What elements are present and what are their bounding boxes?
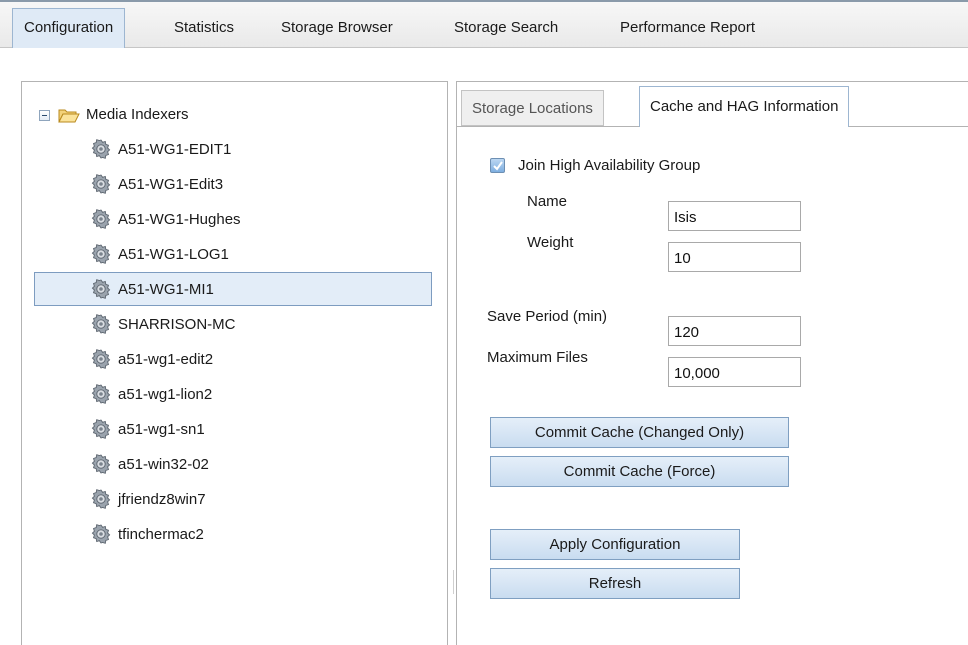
gear-icon [91,349,111,369]
save-period-label: Save Period (min) [487,308,608,325]
tree-item-a51-win32-02[interactable]: a51-win32-02 [34,447,432,481]
tree-item-label: a51-wg1-sn1 [118,420,205,438]
tree-item-label: A51-WG1-Hughes [118,210,241,228]
gear-icon [91,489,111,509]
tree-item-label: a51-win32-02 [118,455,209,473]
tab-storage-search[interactable]: Storage Search [443,8,569,48]
tree-item-label: A51-WG1-Edit3 [118,175,224,193]
tree-root-label: Media Indexers [86,106,189,123]
gear-icon [91,209,111,229]
tree-item-label: A51-WG1-LOG1 [118,245,229,263]
tree-item-label: A51-WG1-EDIT1 [118,140,232,158]
tab-configuration[interactable]: Configuration [12,8,126,48]
tree-item-a51-wg1-sn1[interactable]: a51-wg1-sn1 [34,412,432,446]
tab-performance-report[interactable]: Performance Report [609,8,766,48]
tree-item-label: SHARRISON-MC [118,315,236,333]
top-tab-bar: Configuration Statistics Storage Browser… [0,0,968,48]
tree-item-tfinchermac2[interactable]: tfinchermac2 [34,517,432,551]
media-indexer-tree: Media Indexers A51-WG1-EDIT1 A51-WG1-Edi… [21,81,448,645]
folder-open-icon [58,109,80,123]
tree-item-label: a51-wg1-edit2 [118,350,214,368]
tree-item-label: tfinchermac2 [118,525,204,543]
weight-label: Weight [527,234,574,251]
tree-item-a51-wg1-edit1[interactable]: A51-WG1-EDIT1 [34,132,432,166]
name-label: Name [527,193,568,210]
join-hag-checkbox[interactable] [490,158,505,173]
tree-item-jfriendz8win7[interactable]: jfriendz8win7 [34,482,432,516]
tree-item-a51-wg1-hughes[interactable]: A51-WG1-Hughes [34,202,432,236]
tree-item-a51-wg1-edit2[interactable]: a51-wg1-edit2 [34,342,432,376]
details-panel: Storage Locations Cache and HAG Informat… [456,81,968,645]
gear-icon [91,314,111,334]
gear-icon [91,279,111,299]
gear-icon [91,419,111,439]
gear-icon [91,244,111,264]
maximum-files-label: Maximum Files [487,349,588,366]
gear-icon [91,524,111,544]
tree-item-label: jfriendz8win7 [118,490,206,508]
tree-item-a51-wg1-edit3[interactable]: A51-WG1-Edit3 [34,167,432,201]
tab-storage-locations[interactable]: Storage Locations [461,90,604,126]
gear-icon [91,384,111,404]
tree-item-sharrison-mc[interactable]: SHARRISON-MC [34,307,432,341]
tab-cache-and-hag-information[interactable]: Cache and HAG Information [639,86,850,127]
refresh-button[interactable]: Refresh [490,568,740,599]
apply-configuration-button[interactable]: Apply Configuration [490,529,740,560]
name-field[interactable]: Isis [668,201,801,231]
tab-storage-browser[interactable]: Storage Browser [270,8,404,48]
tab-statistics[interactable]: Statistics [163,8,245,48]
tree-item-a51-wg1-log1[interactable]: A51-WG1-LOG1 [34,237,432,271]
collapse-icon[interactable] [39,109,50,121]
tree-item-label: A51-WG1-MI1 [118,280,214,298]
tree-item-a51-wg1-lion2[interactable]: a51-wg1-lion2 [34,377,432,411]
maximum-files-field[interactable]: 10,000 [668,357,801,387]
save-period-field[interactable]: 120 [668,316,801,346]
tree-root-media-indexers[interactable]: Media Indexers [39,102,189,128]
checkmark-icon [493,161,503,171]
tree-item-a51-wg1-mi1[interactable]: A51-WG1-MI1 [34,272,432,306]
gear-icon [91,174,111,194]
weight-field[interactable]: 10 [668,242,801,272]
join-hag-label: Join High Availability Group [518,157,701,174]
tree-item-label: a51-wg1-lion2 [118,385,213,403]
gear-icon [91,139,111,159]
commit-cache-changed-button[interactable]: Commit Cache (Changed Only) [490,417,789,448]
gear-icon [91,454,111,474]
commit-cache-force-button[interactable]: Commit Cache (Force) [490,456,789,487]
